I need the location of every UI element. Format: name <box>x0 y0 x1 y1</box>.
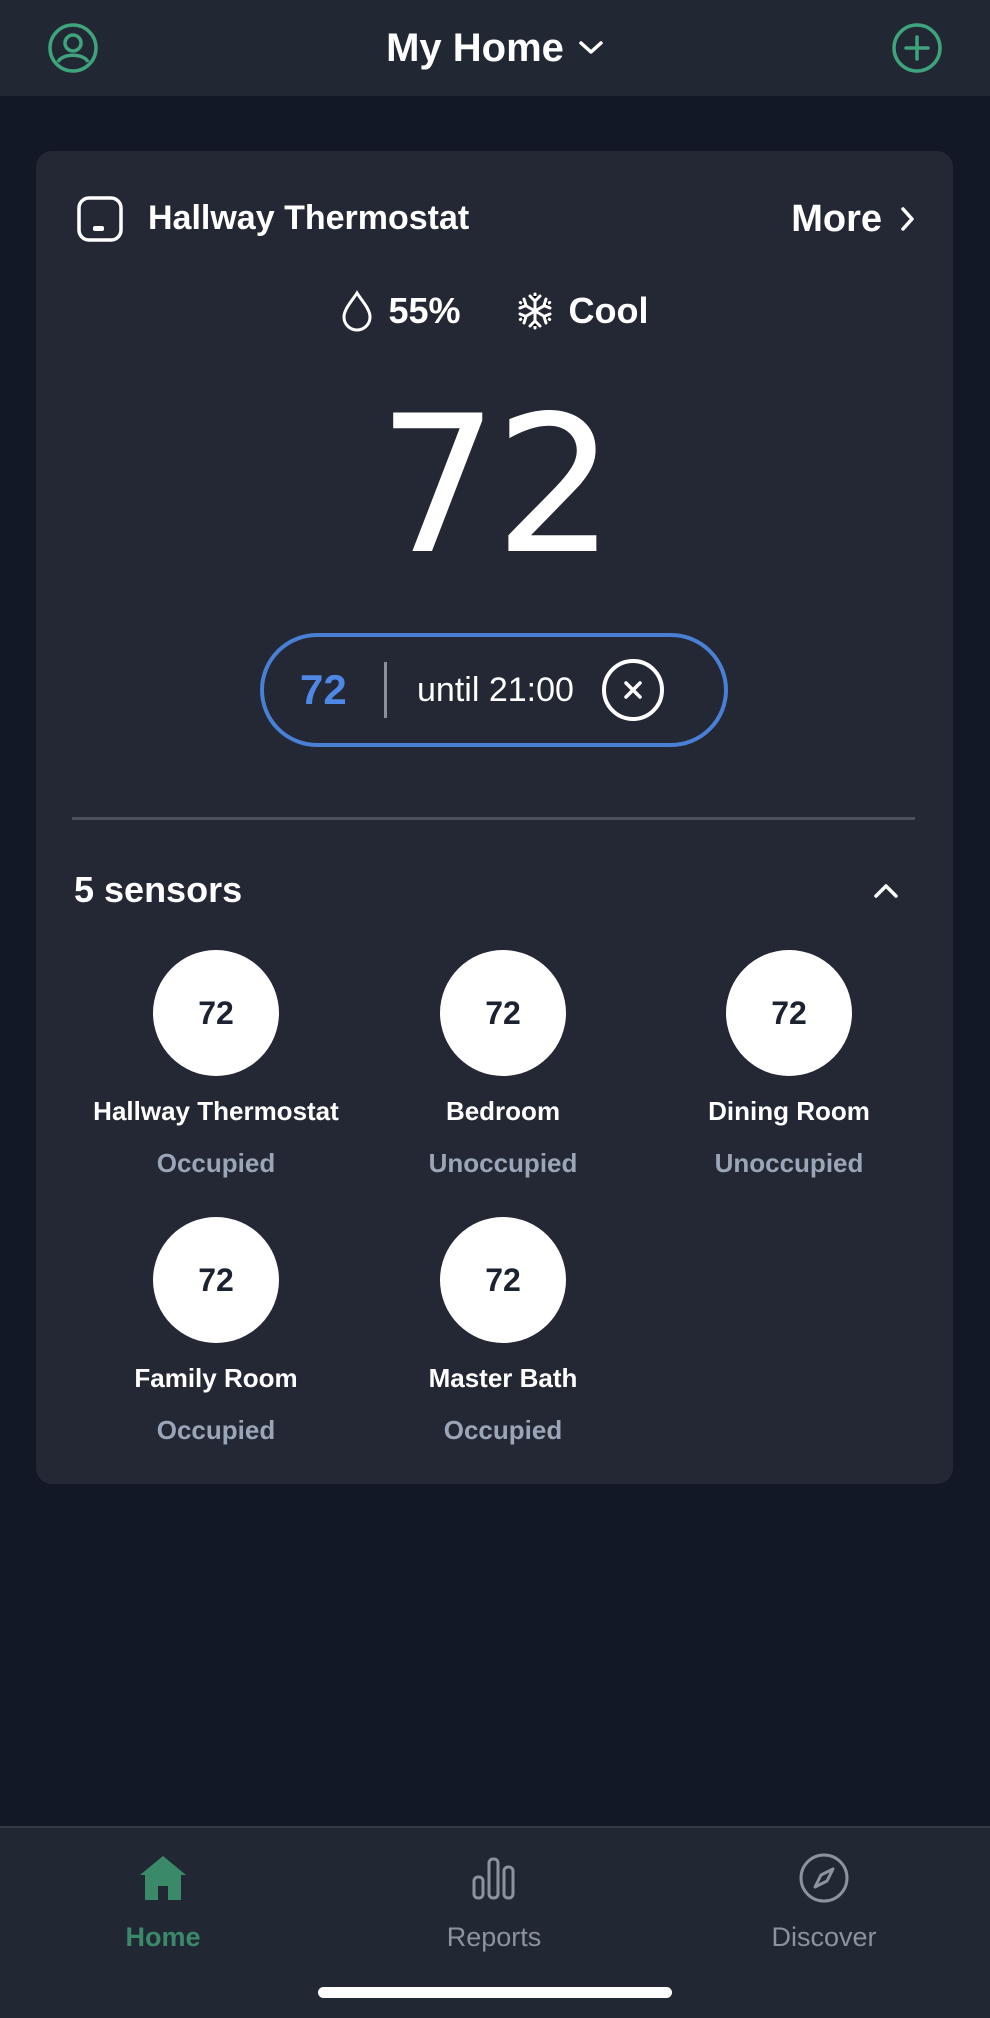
sensor-name: Hallway Thermostat <box>93 1096 339 1126</box>
sensor-tile[interactable]: 72 Hallway Thermostat Occupied <box>86 950 346 1200</box>
chevron-down-icon <box>579 41 603 54</box>
humidity-status: 55% <box>340 290 461 332</box>
close-icon <box>624 681 642 699</box>
sensors-header: 5 sensors <box>74 863 914 919</box>
home-selector[interactable]: My Home <box>0 22 990 74</box>
snowflake-icon <box>518 292 552 330</box>
plus-circle-icon <box>892 23 942 73</box>
sensor-occupancy: Unoccupied <box>428 1148 578 1178</box>
sensor-occupancy: Occupied <box>156 1415 276 1445</box>
home-indicator[interactable] <box>318 1987 672 1998</box>
nav-home[interactable]: Home <box>63 1850 263 1960</box>
hold-divider <box>384 662 387 718</box>
sensor-temp: 72 <box>153 950 279 1076</box>
sensor-temp: 72 <box>440 950 566 1076</box>
home-icon <box>140 1856 186 1900</box>
sensor-temp: 72 <box>153 1217 279 1343</box>
nav-reports-icon-wrap <box>394 1850 594 1906</box>
nav-discover-icon-wrap <box>724 1850 924 1906</box>
temperature-hold-pill[interactable]: 72 until 21:00 <box>260 633 728 747</box>
more-button[interactable]: More <box>791 195 916 243</box>
sensor-tile[interactable]: 72 Bedroom Unoccupied <box>373 950 633 1200</box>
nav-home-label: Home <box>125 1922 201 1952</box>
nav-reports-label: Reports <box>446 1922 542 1952</box>
chevron-up-icon <box>874 884 898 898</box>
sensor-tile[interactable]: 72 Family Room Occupied <box>86 1217 346 1467</box>
add-device-button[interactable] <box>889 20 945 76</box>
nav-reports[interactable]: Reports <box>394 1850 594 1960</box>
sensor-temp: 72 <box>440 1217 566 1343</box>
thermostat-card: Hallway Thermostat More 55% Cool 72 72 u… <box>36 151 953 1484</box>
current-temperature: 72 <box>377 375 616 596</box>
hold-until-text: until 21:00 <box>417 670 574 709</box>
humidity-value: 55% <box>388 290 461 331</box>
collapse-sensors-button[interactable] <box>858 863 914 919</box>
sensor-tile[interactable]: 72 Master Bath Occupied <box>373 1217 633 1467</box>
sensor-name: Family Room <box>134 1363 298 1393</box>
thermostat-name: Hallway Thermostat <box>148 199 470 237</box>
sensor-name: Master Bath <box>428 1363 578 1393</box>
nav-discover-label: Discover <box>771 1922 877 1952</box>
hold-setpoint: 72 <box>300 666 347 713</box>
home-title: My Home <box>386 25 564 70</box>
sensor-occupancy: Occupied <box>156 1148 276 1178</box>
nav-discover[interactable]: Discover <box>724 1850 924 1960</box>
top-header: My Home <box>0 0 990 96</box>
thermostat-status-row: 55% Cool <box>36 285 953 337</box>
thermostat-icon <box>77 196 123 242</box>
sensor-name: Bedroom <box>445 1096 561 1126</box>
droplet-icon <box>342 290 372 332</box>
sensor-occupancy: Unoccupied <box>714 1148 864 1178</box>
sensor-tile[interactable]: 72 Dining Room Unoccupied <box>659 950 919 1200</box>
sensor-name: Dining Room <box>708 1096 870 1126</box>
more-label: More <box>791 197 882 240</box>
sensor-occupancy: Occupied <box>443 1415 563 1445</box>
thermostat-card-header: Hallway Thermostat More <box>76 191 916 247</box>
cancel-hold-button[interactable] <box>601 659 664 721</box>
bar-chart-icon <box>472 1857 515 1900</box>
section-divider <box>72 817 915 820</box>
sensors-count-title: 5 sensors <box>74 869 243 910</box>
chevron-right-icon <box>901 207 914 231</box>
nav-home-icon-wrap <box>63 1850 263 1906</box>
mode-value: Cool <box>568 290 649 331</box>
sensor-temp: 72 <box>726 950 852 1076</box>
compass-icon <box>799 1853 849 1903</box>
mode-status: Cool <box>515 290 649 332</box>
